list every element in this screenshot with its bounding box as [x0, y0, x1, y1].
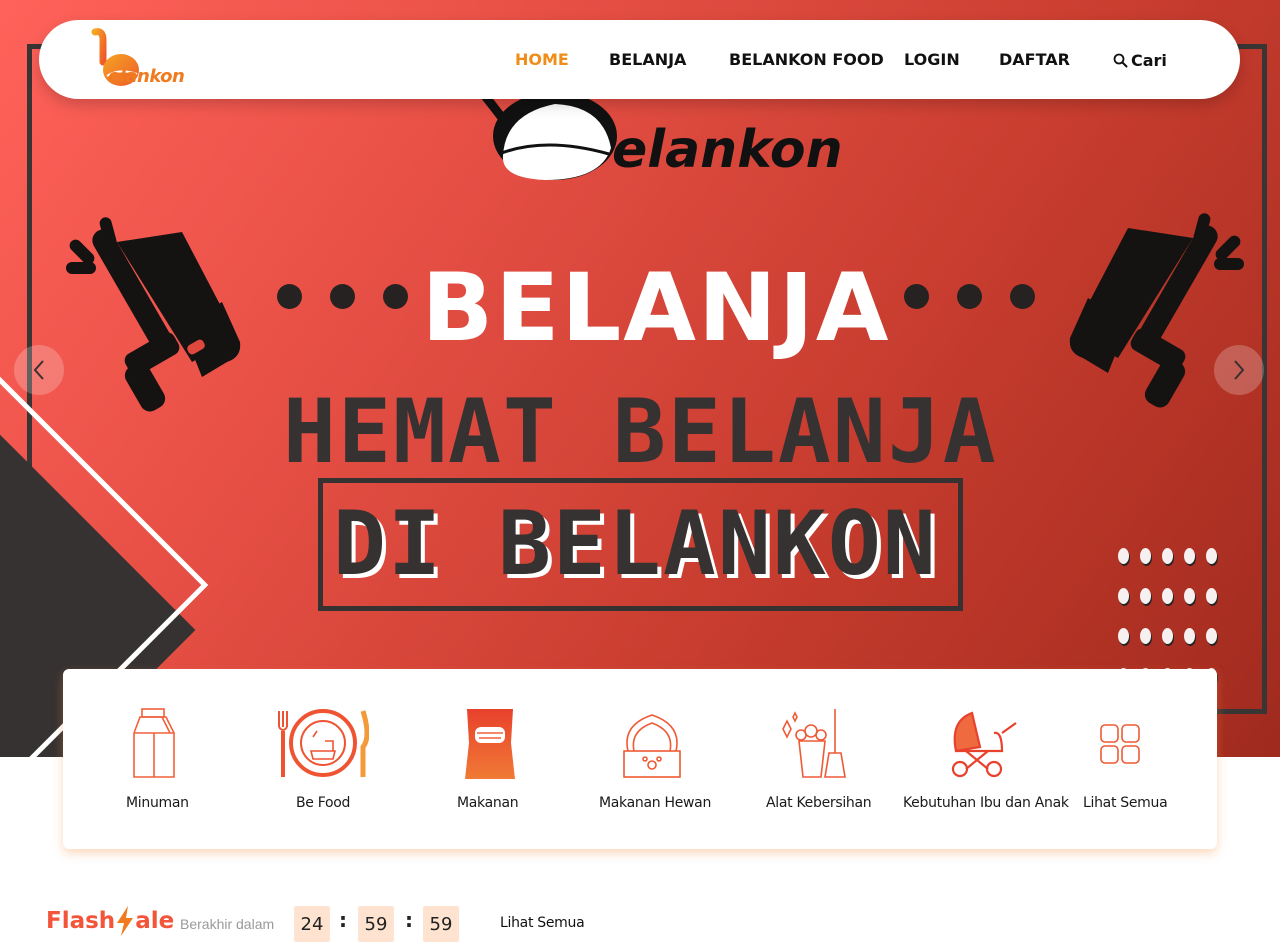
category-be-food[interactable]: Be Food	[268, 669, 372, 849]
dots-grid	[1118, 548, 1218, 684]
pet-bowl-icon	[623, 714, 681, 778]
nav-belankon-food[interactable]: BELANKON FOOD	[729, 50, 884, 69]
flash-sale-title-left: Flash	[46, 908, 116, 934]
category-label: Makanan	[457, 795, 519, 811]
chevron-right-icon	[1234, 360, 1245, 380]
nav-home[interactable]: HOME	[515, 50, 569, 69]
banner-title: BELANJA	[421, 254, 891, 363]
flash-sale-title: Flash ale	[46, 906, 174, 936]
banner-boxed-text: DI BELANKON	[333, 492, 938, 595]
carousel-prev-button[interactable]	[14, 345, 64, 395]
flash-sale-title-right: ale	[135, 908, 175, 934]
timer-seconds: 59	[423, 906, 459, 942]
category-label: Alat Kebersihan	[766, 795, 872, 811]
chips-bag-icon	[465, 709, 515, 779]
timer-hours: 24	[294, 906, 330, 942]
nav-login[interactable]: LOGIN	[904, 50, 960, 69]
flash-sale-ends-label: Berakhir dalam	[180, 916, 275, 932]
cleaning-bucket-icon	[782, 709, 846, 778]
timer-separator: :	[405, 908, 413, 932]
nav-search-button[interactable]: Cari	[1113, 51, 1167, 70]
banner-logo-text: elankon	[612, 120, 843, 180]
timer-minutes: 59	[358, 906, 394, 942]
top-navbar: elankon HOME BELANJA BELANKON FOOD LOGIN…	[39, 20, 1240, 99]
chevron-left-icon	[33, 360, 44, 380]
category-makanan[interactable]: Makanan	[438, 669, 542, 849]
category-label: Kebutuhan Ibu dan Anak	[903, 795, 1069, 811]
brand-logo-text: elankon	[108, 66, 185, 87]
category-kebutuhan-ibu-dan-anak[interactable]: Kebutuhan Ibu dan Anak	[903, 669, 1069, 849]
nav-daftar[interactable]: DAFTAR	[999, 50, 1070, 69]
search-icon	[1113, 53, 1128, 68]
category-label: Makanan Hewan	[599, 795, 712, 811]
category-panel: Minuman Be Food Makanan Makanan Hewan Al…	[63, 669, 1217, 849]
lightning-icon	[117, 906, 134, 936]
carousel-next-button[interactable]	[1214, 345, 1264, 395]
category-alat-kebersihan[interactable]: Alat Kebersihan	[763, 669, 873, 849]
nav-belanja[interactable]: BELANJA	[609, 50, 686, 69]
timer-separator: :	[339, 908, 347, 932]
category-label: Minuman	[126, 795, 189, 811]
search-label: Cari	[1131, 51, 1167, 70]
category-label: Lihat Semua	[1083, 795, 1168, 811]
baby-stroller-icon	[951, 711, 1017, 778]
plate-cutlery-icon	[278, 709, 369, 777]
category-makanan-hewan[interactable]: Makanan Hewan	[593, 669, 713, 849]
flash-sale-see-all-link[interactable]: Lihat Semua	[500, 915, 585, 931]
category-lihat-semua[interactable]: Lihat Semua	[1081, 669, 1168, 849]
banner-subtitle: HEMAT BELANJA	[283, 380, 998, 483]
category-minuman[interactable]: Minuman	[103, 669, 207, 849]
milk-carton-icon	[133, 708, 175, 778]
hero-banner: elankon BELANJA HEMAT BELANJA DI BELANKO…	[0, 0, 1280, 757]
category-label: Be Food	[296, 795, 351, 811]
grid-icon	[1100, 724, 1140, 764]
